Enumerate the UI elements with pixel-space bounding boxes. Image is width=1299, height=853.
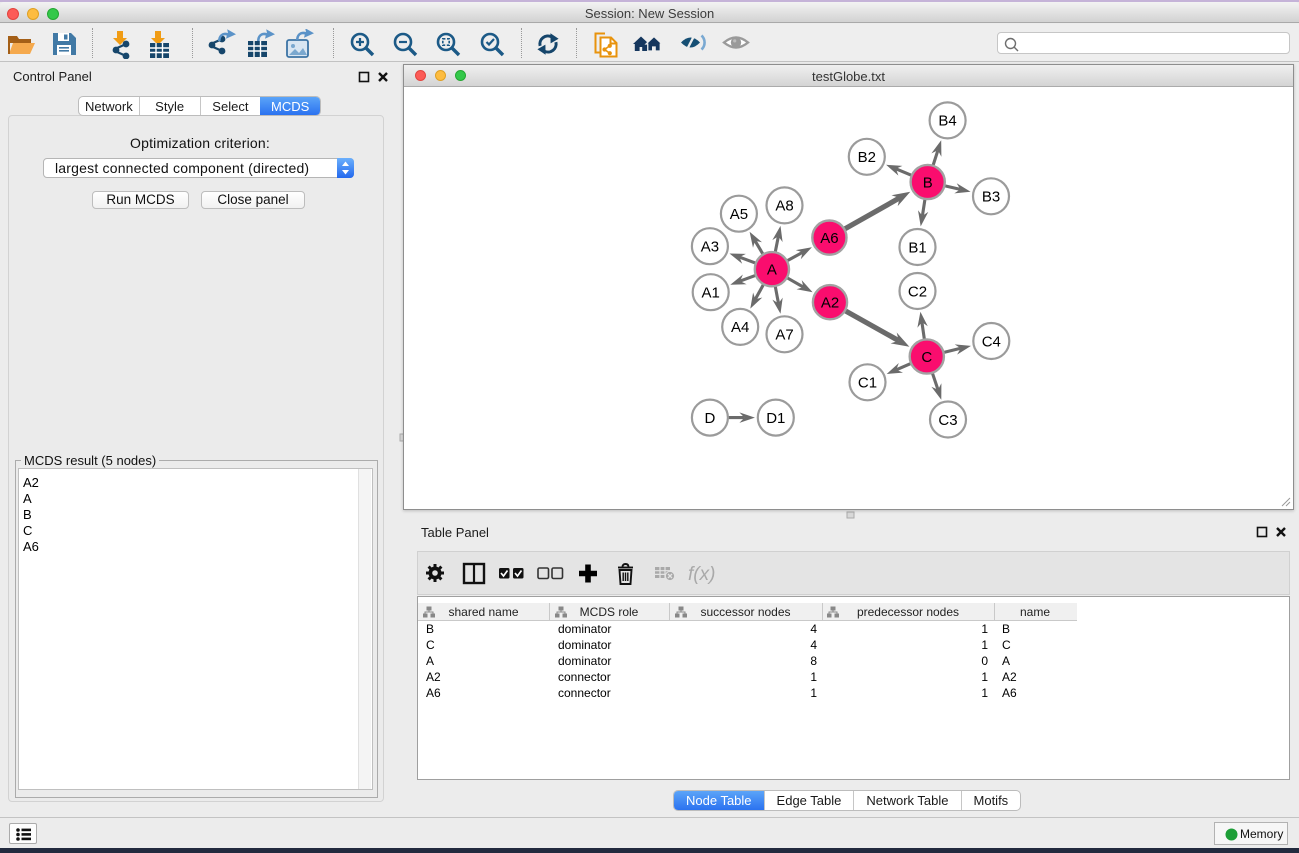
svg-text:A: A — [767, 262, 777, 279]
svg-text:D1: D1 — [766, 410, 785, 427]
svg-text:A5: A5 — [730, 206, 748, 223]
svg-text:A8: A8 — [775, 198, 793, 215]
svg-text:C: C — [921, 349, 932, 366]
svg-text:B3: B3 — [982, 189, 1000, 206]
svg-text:B: B — [923, 174, 933, 191]
svg-text:A6: A6 — [820, 230, 838, 247]
svg-text:B4: B4 — [938, 113, 956, 130]
svg-text:f(x): f(x) — [688, 564, 715, 585]
svg-text:C2: C2 — [908, 283, 927, 300]
svg-text:D: D — [704, 410, 715, 427]
svg-text:A1: A1 — [702, 285, 720, 302]
svg-text:B2: B2 — [858, 149, 876, 166]
svg-text:A3: A3 — [701, 239, 719, 256]
svg-text:C4: C4 — [982, 333, 1001, 350]
svg-text:A4: A4 — [731, 319, 749, 336]
svg-text:C1: C1 — [858, 375, 877, 392]
svg-text:B1: B1 — [908, 239, 926, 256]
svg-text:C3: C3 — [938, 412, 957, 429]
svg-text:A7: A7 — [775, 327, 793, 344]
svg-text:A2: A2 — [821, 295, 839, 312]
